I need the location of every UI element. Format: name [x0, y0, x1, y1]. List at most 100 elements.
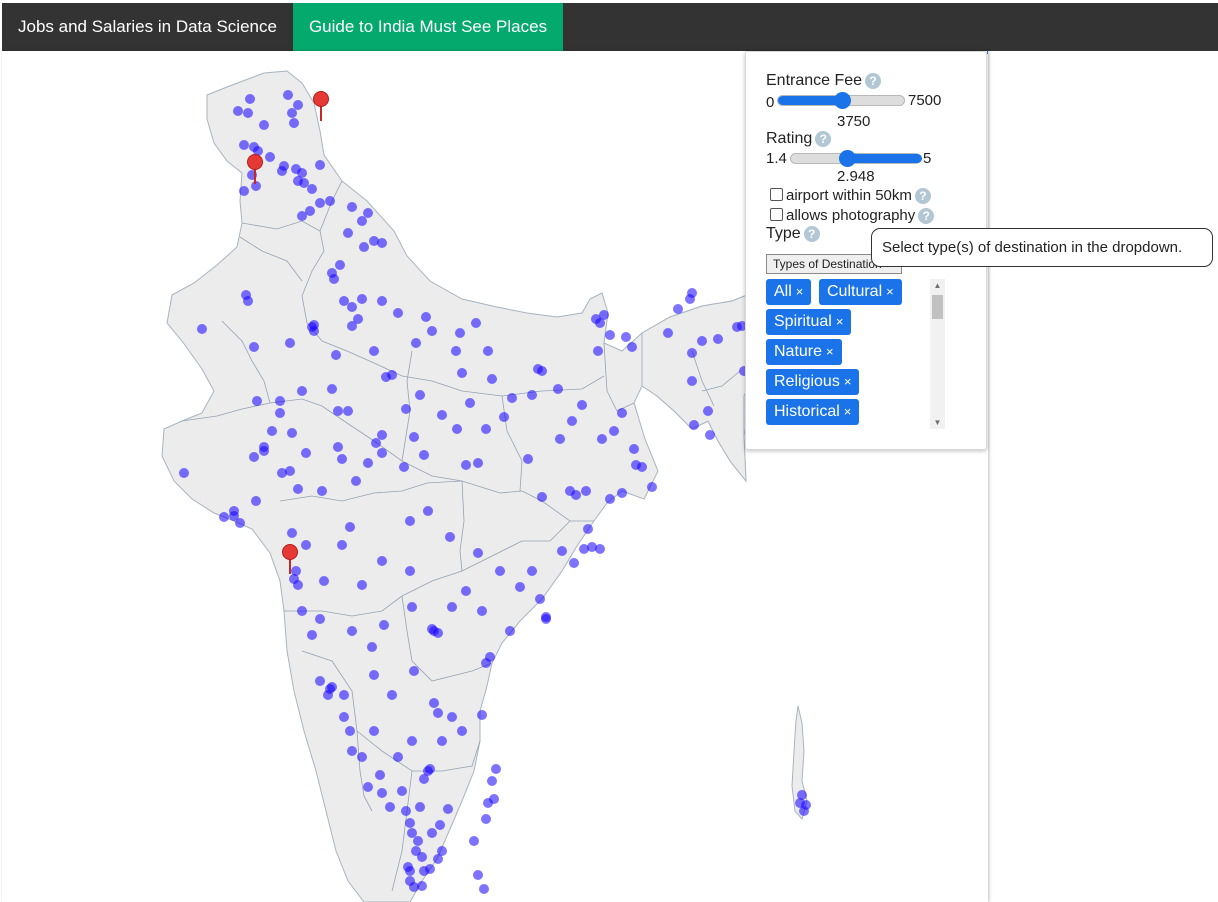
- chip-remove-icon[interactable]: ×: [844, 374, 852, 389]
- destination-point[interactable]: [703, 406, 713, 416]
- destination-point[interactable]: [287, 528, 297, 538]
- destination-point[interactable]: [523, 454, 533, 464]
- destination-point[interactable]: [367, 642, 377, 652]
- destination-point[interactable]: [239, 140, 249, 150]
- destination-point[interactable]: [357, 294, 367, 304]
- destination-point[interactable]: [251, 496, 261, 506]
- destination-point[interactable]: [617, 488, 627, 498]
- destination-point[interactable]: [527, 390, 537, 400]
- destination-point[interactable]: [363, 458, 373, 468]
- destination-point[interactable]: [347, 626, 357, 636]
- destination-point[interactable]: [799, 806, 809, 816]
- destination-point[interactable]: [621, 332, 631, 342]
- destination-point[interactable]: [401, 404, 411, 414]
- destination-point[interactable]: [339, 690, 349, 700]
- destination-point[interactable]: [363, 782, 373, 792]
- type-chip-religious[interactable]: Religious ×: [766, 369, 860, 395]
- destination-point[interactable]: [445, 532, 455, 542]
- destination-point[interactable]: [455, 328, 465, 338]
- destination-point[interactable]: [339, 712, 349, 722]
- destination-point[interactable]: [437, 736, 447, 746]
- destination-point[interactable]: [297, 211, 307, 221]
- destination-point[interactable]: [197, 324, 207, 334]
- destination-point[interactable]: [579, 544, 589, 554]
- destination-point[interactable]: [347, 202, 357, 212]
- destination-point[interactable]: [377, 430, 387, 440]
- destination-point[interactable]: [605, 330, 615, 340]
- destination-point[interactable]: [329, 274, 339, 284]
- destination-point[interactable]: [335, 260, 345, 270]
- destination-point[interactable]: [415, 802, 425, 812]
- destination-point[interactable]: [347, 746, 357, 756]
- destination-point[interactable]: [405, 866, 415, 876]
- destination-point[interactable]: [713, 334, 723, 344]
- destination-point[interactable]: [233, 106, 243, 116]
- destination-point[interactable]: [473, 870, 483, 880]
- destination-point[interactable]: [483, 346, 493, 356]
- scroll-down-arrow-icon[interactable]: ▼: [930, 418, 945, 427]
- destination-point[interactable]: [297, 606, 307, 616]
- destination-point[interactable]: [275, 408, 285, 418]
- destination-point[interactable]: [379, 620, 389, 630]
- destination-point[interactable]: [469, 836, 479, 846]
- destination-point[interactable]: [297, 386, 307, 396]
- destination-point[interactable]: [229, 511, 239, 521]
- destination-point[interactable]: [593, 346, 603, 356]
- destination-point[interactable]: [323, 690, 333, 700]
- destination-point[interactable]: [243, 108, 253, 118]
- destination-point[interactable]: [447, 712, 457, 722]
- destination-point[interactable]: [357, 216, 367, 226]
- destination-point[interactable]: [465, 398, 475, 408]
- destination-point[interactable]: [473, 548, 483, 558]
- destination-point[interactable]: [363, 208, 373, 218]
- destination-point[interactable]: [333, 406, 343, 416]
- destination-point[interactable]: [293, 176, 303, 186]
- destination-point[interactable]: [535, 594, 545, 604]
- destination-point[interactable]: [287, 108, 297, 118]
- destination-point[interactable]: [407, 828, 417, 838]
- destination-point[interactable]: [301, 448, 311, 458]
- destination-point[interactable]: [537, 366, 547, 376]
- destination-point[interactable]: [277, 166, 287, 176]
- destination-point[interactable]: [353, 314, 363, 324]
- destination-point[interactable]: [425, 764, 435, 774]
- destination-point[interactable]: [405, 818, 415, 828]
- destination-point[interactable]: [347, 302, 357, 312]
- destination-point[interactable]: [315, 160, 325, 170]
- chip-remove-icon[interactable]: ×: [844, 404, 852, 419]
- photography-checkbox[interactable]: [770, 208, 783, 221]
- destination-point[interactable]: [481, 658, 491, 668]
- destination-point[interactable]: [571, 490, 581, 500]
- chip-remove-icon[interactable]: ×: [796, 284, 804, 299]
- destination-point[interactable]: [505, 626, 515, 636]
- destination-point[interactable]: [331, 350, 341, 360]
- entrance-fee-slider-thumb[interactable]: [834, 92, 851, 109]
- destination-point[interactable]: [451, 346, 461, 356]
- type-chip-historical[interactable]: Historical ×: [766, 399, 860, 425]
- destination-point[interactable]: [483, 798, 493, 808]
- destination-point[interactable]: [405, 566, 415, 576]
- tab-jobs-salaries[interactable]: Jobs and Salaries in Data Science: [2, 3, 293, 51]
- destination-point[interactable]: [285, 338, 295, 348]
- destination-point[interactable]: [405, 516, 415, 526]
- destination-point[interactable]: [433, 628, 443, 638]
- destination-point[interactable]: [421, 312, 431, 322]
- type-chip-spiritual[interactable]: Spiritual ×: [766, 309, 852, 335]
- destination-point[interactable]: [275, 396, 285, 406]
- destination-point[interactable]: [689, 420, 699, 430]
- destination-point[interactable]: [245, 94, 255, 104]
- destination-point[interactable]: [307, 184, 317, 194]
- destination-point[interactable]: [555, 434, 565, 444]
- destination-point[interactable]: [435, 820, 445, 830]
- chip-remove-icon[interactable]: ×: [826, 344, 834, 359]
- destination-point[interactable]: [343, 228, 353, 238]
- destination-point[interactable]: [249, 342, 259, 352]
- destination-point[interactable]: [491, 764, 501, 774]
- destination-point[interactable]: [325, 196, 335, 206]
- chip-remove-icon[interactable]: ×: [886, 284, 894, 299]
- destination-point[interactable]: [495, 566, 505, 576]
- destination-point[interactable]: [345, 522, 355, 532]
- destination-point[interactable]: [337, 454, 347, 464]
- destination-point[interactable]: [411, 338, 421, 348]
- destination-point[interactable]: [397, 786, 407, 796]
